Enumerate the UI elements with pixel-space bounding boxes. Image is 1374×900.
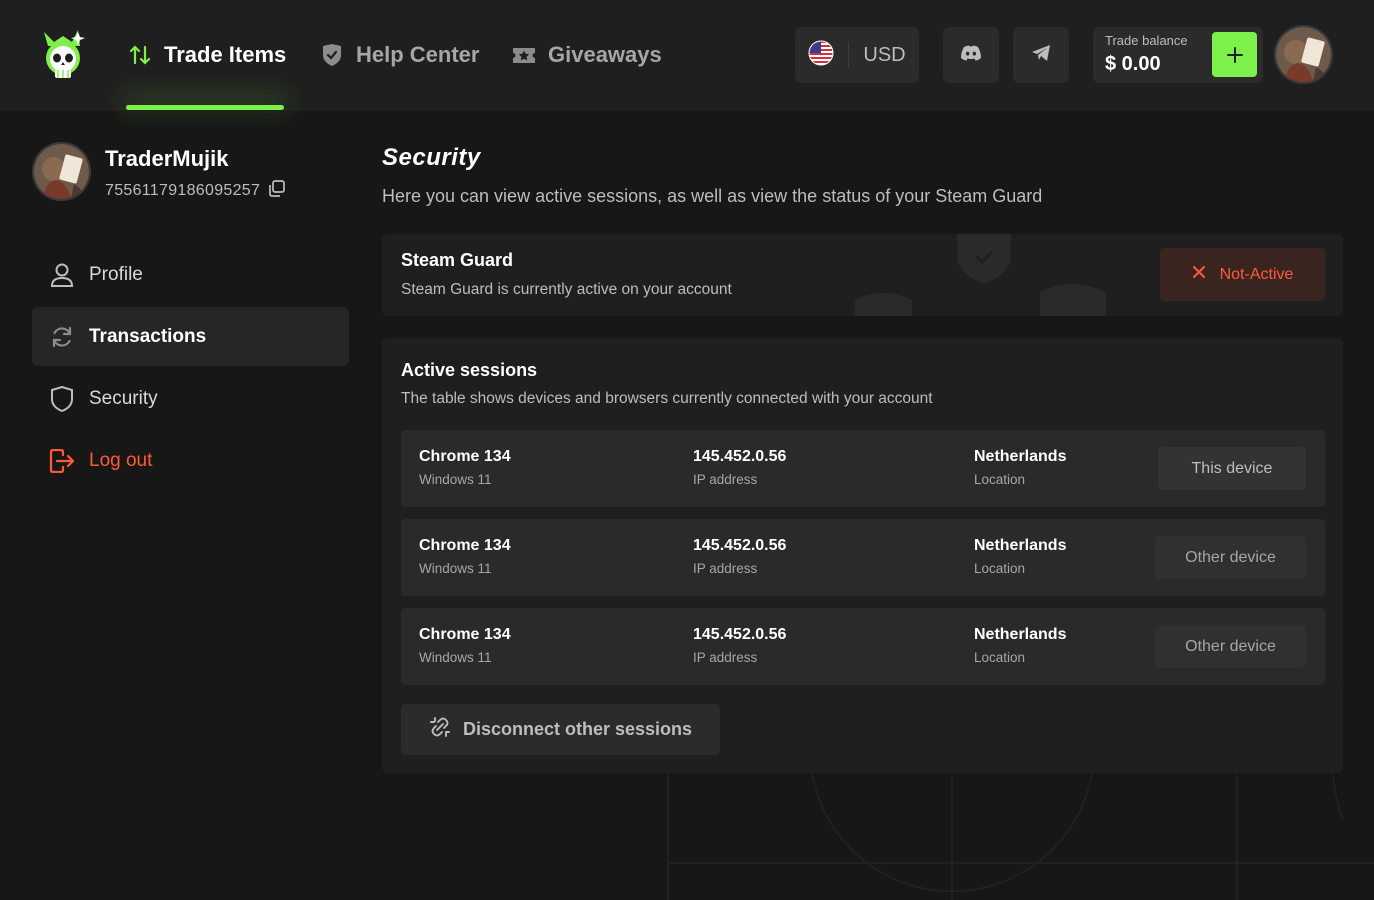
nav-label: Trade Items [164, 42, 287, 67]
nav-label: Help Center [356, 42, 480, 67]
user-id: 75561179186095257 [105, 182, 261, 199]
shield-check-icon [320, 43, 344, 67]
telegram-button[interactable] [1013, 27, 1069, 83]
os-name: Windows 11 [419, 472, 492, 487]
arrows-up-down-icon [128, 43, 152, 67]
page-title: Security [382, 144, 481, 171]
nav-help-center[interactable]: Help Center [320, 36, 479, 74]
browser-cell: Chrome 134 Windows 11 [419, 626, 511, 665]
nav-giveaways[interactable]: Giveaways [512, 36, 662, 74]
us-flag-icon [808, 40, 834, 71]
page-subtitle: Here you can view active sessions, as we… [382, 186, 1043, 206]
sidebar-item-label: Transactions [89, 325, 207, 347]
trade-balance: Trade balance $ 0.00 [1093, 27, 1263, 83]
skull-logo-icon[interactable] [40, 28, 86, 82]
sessions-title: Active sessions [401, 360, 538, 380]
steam-guard-card: Steam Guard Steam Guard is currently act… [382, 234, 1343, 316]
copy-icon[interactable] [268, 180, 286, 202]
top-header: Trade Items Help Center Giveaways USD Tr… [0, 0, 1374, 110]
ip-cell: 145.452.0.56 IP address [693, 537, 786, 576]
session-row: Chrome 134 Windows 11 145.452.0.56 IP ad… [401, 430, 1325, 507]
nav-label: Giveaways [548, 42, 662, 67]
ip-cell: 145.452.0.56 IP address [693, 626, 786, 665]
ip-value: 145.452.0.56 [693, 537, 787, 554]
sidebar-item-label: Log out [89, 449, 153, 471]
shield-icon [49, 385, 75, 412]
balance-label: Trade balance [1105, 33, 1188, 48]
telegram-icon [1031, 44, 1051, 67]
sidebar-item-transactions[interactable]: Transactions [32, 307, 349, 366]
browser-name: Chrome 134 [419, 537, 511, 554]
ip-value: 145.452.0.56 [693, 448, 787, 465]
status-label: Not-Active [1219, 265, 1294, 283]
browser-name: Chrome 134 [419, 626, 511, 643]
location-label: Location [974, 650, 1026, 665]
add-funds-button[interactable] [1212, 32, 1257, 77]
unlink-icon [429, 716, 451, 743]
session-row: Chrome 134 Windows 11 145.452.0.56 IP ad… [401, 608, 1325, 685]
close-icon [1192, 265, 1206, 284]
ip-cell: 145.452.0.56 IP address [693, 448, 786, 487]
plus-icon [1226, 46, 1243, 63]
sessions-description: The table shows devices and browsers cur… [401, 390, 933, 407]
location-cell: Netherlands Location [974, 537, 1066, 576]
ip-value: 145.452.0.56 [693, 626, 787, 643]
sidebar-item-label: Profile [89, 263, 143, 285]
browser-cell: Chrome 134 Windows 11 [419, 448, 511, 487]
os-name: Windows 11 [419, 650, 492, 665]
currency-code: USD [863, 43, 906, 66]
disconnect-label: Disconnect other sessions [462, 719, 693, 739]
user-id-row: 75561179186095257 [105, 180, 286, 202]
sidebar-item-security[interactable]: Security [32, 369, 349, 428]
refresh-icon [49, 324, 75, 350]
sidebar-item-profile[interactable]: Profile [32, 245, 349, 304]
location-cell: Netherlands Location [974, 448, 1066, 487]
username: TraderMujik [105, 146, 229, 171]
discord-button[interactable] [943, 27, 999, 83]
disconnect-sessions-button[interactable]: Disconnect other sessions [401, 704, 720, 755]
user-avatar[interactable] [1274, 25, 1333, 84]
location-label: Location [974, 472, 1026, 487]
balance-value: $ 0.00 [1105, 53, 1161, 75]
sidebar-item-logout[interactable]: Log out [32, 431, 349, 490]
ip-label: IP address [693, 561, 758, 576]
steam-guard-description: Steam Guard is currently active on your … [401, 281, 732, 298]
active-sessions-card: Active sessions The table shows devices … [382, 338, 1343, 773]
steam-guard-title: Steam Guard [401, 250, 514, 270]
logout-icon [49, 448, 75, 474]
profile-avatar [32, 142, 91, 201]
ticket-star-icon [512, 43, 536, 67]
nav-trade-items[interactable]: Trade Items [128, 36, 286, 74]
sidebar-item-label: Security [89, 387, 158, 409]
other-device-button[interactable]: Other device [1155, 625, 1306, 668]
divider [848, 42, 850, 68]
browser-name: Chrome 134 [419, 448, 511, 465]
user-icon [49, 262, 75, 288]
currency-selector[interactable]: USD [795, 27, 919, 83]
steam-guard-status-button[interactable]: Not-Active [1160, 248, 1325, 301]
active-nav-indicator [126, 105, 284, 110]
os-name: Windows 11 [419, 561, 492, 576]
ip-label: IP address [693, 472, 758, 487]
location-cell: Netherlands Location [974, 626, 1066, 665]
country-value: Netherlands [974, 626, 1067, 643]
browser-cell: Chrome 134 Windows 11 [419, 537, 511, 576]
other-device-button[interactable]: Other device [1155, 536, 1306, 579]
location-label: Location [974, 561, 1026, 576]
ip-label: IP address [693, 650, 758, 665]
this-device-button[interactable]: This device [1158, 447, 1306, 490]
country-value: Netherlands [974, 448, 1067, 465]
country-value: Netherlands [974, 537, 1067, 554]
discord-icon [960, 45, 982, 66]
session-row: Chrome 134 Windows 11 145.452.0.56 IP ad… [401, 519, 1325, 596]
